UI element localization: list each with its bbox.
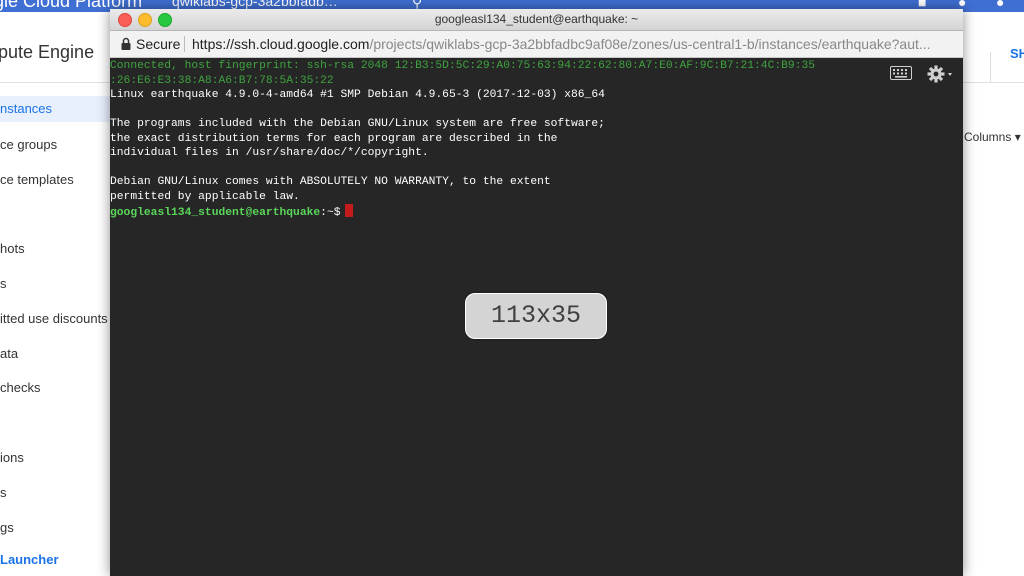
sidebar-item-instances[interactable]: nstances <box>0 96 112 122</box>
project-selector[interactable]: qwiklabs-gcp-3a2bbfadb… <box>172 0 338 9</box>
share-button[interactable]: SH <box>1010 46 1024 61</box>
sidebar-item-snapshots[interactable]: hots <box>0 241 112 256</box>
prompt-suffix: :~$ <box>320 207 341 219</box>
terminal-line: Connected, host fingerprint: ssh-rsa 204… <box>110 60 816 72</box>
sidebar-item-instance-templates[interactable]: ce templates <box>0 172 112 187</box>
terminal-line: Linux earthquake 4.9.0-4-amd64 #1 SMP De… <box>110 89 605 101</box>
sidebar-item-operations[interactable]: ions <box>0 450 112 465</box>
chevron-down-icon: ▾ <box>1014 130 1021 144</box>
help-icon[interactable]: ● <box>996 0 1004 10</box>
sidebar-item-committed-use-discounts[interactable]: itted use discounts <box>0 311 112 326</box>
address-bar[interactable]: Secure https://ssh.cloud.google.com/proj… <box>110 31 963 58</box>
sidebar-item-images[interactable]: s <box>0 276 112 291</box>
terminal-line: Debian GNU/Linux comes with ABSOLUTELY N… <box>110 176 551 188</box>
header-divider <box>990 52 991 82</box>
terminal-prompt-line[interactable]: googleasl134_student@earthquake:~$ <box>110 204 353 220</box>
window-title: googleasl134_student@earthquake: ~ <box>434 12 639 26</box>
sidebar-item-metadata[interactable]: ata <box>0 346 112 361</box>
secure-label: Secure <box>136 36 181 52</box>
lock-icon <box>121 37 131 50</box>
prompt-user: googleasl134_student@earthquake <box>110 207 321 219</box>
url-separator <box>184 36 185 52</box>
product-title: pute Engine <box>0 42 95 62</box>
gcp-sidebar: nstances ce groups ce templates hots s i… <box>0 83 113 576</box>
gear-icon[interactable] <box>926 64 954 84</box>
sidebar-item-health-checks[interactable]: checks <box>0 380 112 395</box>
url-text[interactable]: https://ssh.cloud.google.com/projects/qw… <box>192 36 958 52</box>
terminal-line: :26:E6:E3:38:A8:A6:B7:78:5A:35:22 <box>110 74 334 87</box>
terminal-size-overlay: 113x35 <box>465 293 607 339</box>
terminal-line: individual files in /usr/share/doc/*/cop… <box>110 147 429 159</box>
url-domain: https://ssh.cloud.google.com <box>192 36 370 52</box>
terminal-line: permitted by applicable law. <box>110 190 300 203</box>
ssh-browser-window: googleasl134_student@earthquake: ~ Secur… <box>110 9 963 576</box>
keyboard-icon[interactable] <box>890 66 912 80</box>
columns-label: Columns <box>964 130 1012 144</box>
url-path: /projects/qwiklabs-gcp-3a2bbfadbc9af08e/… <box>369 36 931 52</box>
sidebar-item-settings[interactable]: gs <box>0 520 112 535</box>
sidebar-item-launcher[interactable]: Launcher <box>0 552 112 567</box>
terminal-line: the exact distribution terms for each pr… <box>110 132 558 145</box>
terminal-line: The programs included with the Debian GN… <box>110 118 605 130</box>
columns-button[interactable]: Columns ▾ <box>964 130 1021 144</box>
sidebar-item-instance-groups[interactable]: ce groups <box>0 137 112 152</box>
terminal-area[interactable]: Connected, host fingerprint: ssh-rsa 204… <box>110 58 963 576</box>
sidebar-item-quotas[interactable]: s <box>0 485 112 500</box>
window-titlebar[interactable]: googleasl134_student@earthquake: ~ <box>110 9 963 31</box>
terminal-cursor <box>344 204 353 217</box>
